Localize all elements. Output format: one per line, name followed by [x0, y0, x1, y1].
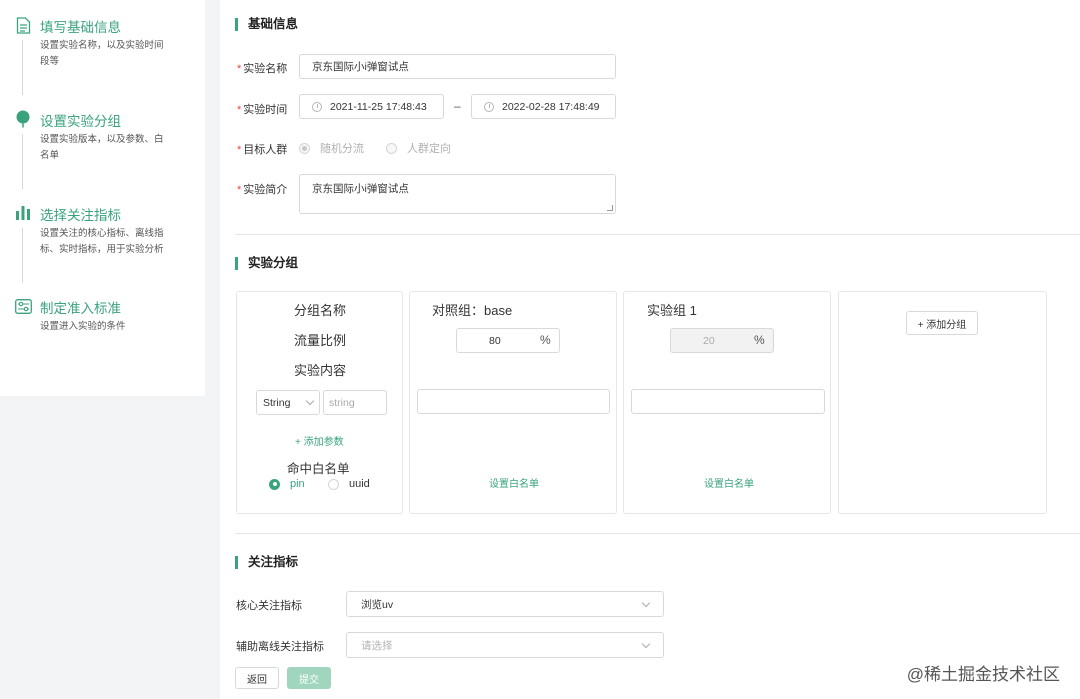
- row-label-content: 实验内容: [294, 363, 347, 378]
- resize-handle-icon[interactable]: [607, 205, 613, 211]
- control-content-input[interactable]: [417, 389, 610, 414]
- name-label: * 实验名称: [237, 63, 288, 75]
- step-groups[interactable]: 设置实验分组 设置实验版本，以及参数、白名单: [14, 110, 199, 170]
- step-basic-info[interactable]: 填写基础信息 设置实验名称，以及实验时间段等: [14, 16, 199, 76]
- experiment-name-input[interactable]: 京东国际小i弹窗试点: [299, 54, 616, 79]
- radio-random-split[interactable]: 随机分流: [299, 140, 364, 156]
- experiment-group-name: 实验组 1: [647, 303, 697, 318]
- section-divider: [235, 533, 1080, 534]
- step-title: 填写基础信息: [40, 20, 121, 35]
- section-title-basic: 基础信息: [235, 18, 298, 31]
- end-time-picker[interactable]: 2022-02-28 17:48:49: [471, 94, 616, 119]
- radio-whitelist-uuid[interactable]: uuid: [328, 478, 370, 490]
- percent-unit: %: [754, 333, 765, 347]
- control-group-card: 对照组：base 80 % 设置白名单: [409, 291, 617, 514]
- control-whitelist-link[interactable]: 设置白名单: [489, 475, 539, 490]
- offline-metric-label: 辅助离线关注指标: [236, 641, 324, 653]
- step-title: 制定准入标准: [40, 301, 121, 316]
- control-group-name: 对照组：base: [432, 303, 513, 318]
- section-title-groups: 实验分组: [235, 257, 298, 270]
- add-group-button[interactable]: + 添加分组: [906, 311, 978, 335]
- radio-dot: [386, 142, 397, 154]
- whitelist-label: 命中白名单: [287, 462, 350, 476]
- step-admission[interactable]: 制定准入标准 设置进入实验的条件: [14, 297, 199, 337]
- offline-metric-select[interactable]: 请选择: [346, 632, 664, 658]
- watermark: @稀土掘金技术社区: [906, 665, 1060, 684]
- step-title: 设置实验分组: [40, 114, 121, 129]
- step-metrics[interactable]: 选择关注指标 设置关注的核心指标、离线指标、实时指标，用于实验分析: [14, 204, 199, 264]
- range-separator: –: [454, 99, 461, 113]
- settings-panel-icon: [14, 297, 32, 315]
- step-title: 选择关注指标: [40, 208, 121, 223]
- start-time-picker[interactable]: 2021-11-25 17:48:43: [299, 94, 444, 119]
- balloon-icon: [14, 110, 32, 128]
- bar-chart-icon: [14, 204, 32, 222]
- experiment-intro-textarea[interactable]: 京东国际小i弹窗试点: [299, 174, 616, 214]
- row-label-traffic-ratio: 流量比例: [294, 333, 347, 348]
- audience-label: * 目标人群: [237, 144, 288, 156]
- add-param-link[interactable]: + 添加参数: [295, 433, 344, 448]
- step-desc: 设置实验版本，以及参数、白名单: [40, 134, 164, 161]
- experiment-content-input[interactable]: [631, 389, 825, 414]
- time-label: * 实验时间: [237, 104, 288, 116]
- radio-targeted-audience[interactable]: 人群定向: [386, 140, 451, 156]
- chevron-down-icon: [641, 598, 651, 607]
- experiment-group-card: 实验组 1 20 % 设置白名单: [623, 291, 831, 514]
- core-metric-label: 核心关注指标: [236, 600, 302, 612]
- add-group-card: + 添加分组: [838, 291, 1047, 514]
- back-button[interactable]: 返回: [235, 667, 279, 689]
- clock-icon: [484, 101, 494, 112]
- form-main: 基础信息 * 实验名称 京东国际小i弹窗试点 * 实验时间 2021-11-25 1…: [220, 0, 1080, 699]
- step-desc: 设置实验名称，以及实验时间段等: [40, 40, 164, 67]
- group-labels-card: 分组名称 流量比例 实验内容 String string + 添加参数 命中白名…: [236, 291, 403, 514]
- document-icon: [14, 16, 32, 34]
- section-title-metrics: 关注指标: [235, 556, 298, 569]
- clock-icon: [312, 101, 322, 112]
- percent-unit: %: [540, 333, 551, 347]
- step-desc: 设置关注的核心指标、离线指标、实时指标，用于实验分析: [40, 228, 164, 255]
- radio-dot: [299, 142, 310, 154]
- submit-button[interactable]: 提交: [287, 667, 331, 689]
- step-sidebar: 填写基础信息 设置实验名称，以及实验时间段等 设置实验分组 设置实验版本，以及参…: [0, 0, 205, 396]
- chevron-down-icon: [641, 639, 651, 648]
- chevron-down-icon: [305, 396, 315, 406]
- core-metric-select[interactable]: 浏览uv: [346, 591, 664, 617]
- step-desc: 设置进入实验的条件: [40, 321, 126, 332]
- intro-label: * 实验简介: [237, 184, 288, 196]
- radio-dot: [328, 478, 339, 490]
- radio-dot: [269, 478, 280, 490]
- param-type-select[interactable]: String: [256, 390, 320, 415]
- row-label-group-name: 分组名称: [294, 303, 347, 318]
- param-key-input[interactable]: string: [323, 390, 387, 415]
- section-divider: [235, 234, 1080, 235]
- experiment-whitelist-link[interactable]: 设置白名单: [704, 475, 754, 490]
- radio-whitelist-pin[interactable]: pin: [269, 478, 305, 490]
